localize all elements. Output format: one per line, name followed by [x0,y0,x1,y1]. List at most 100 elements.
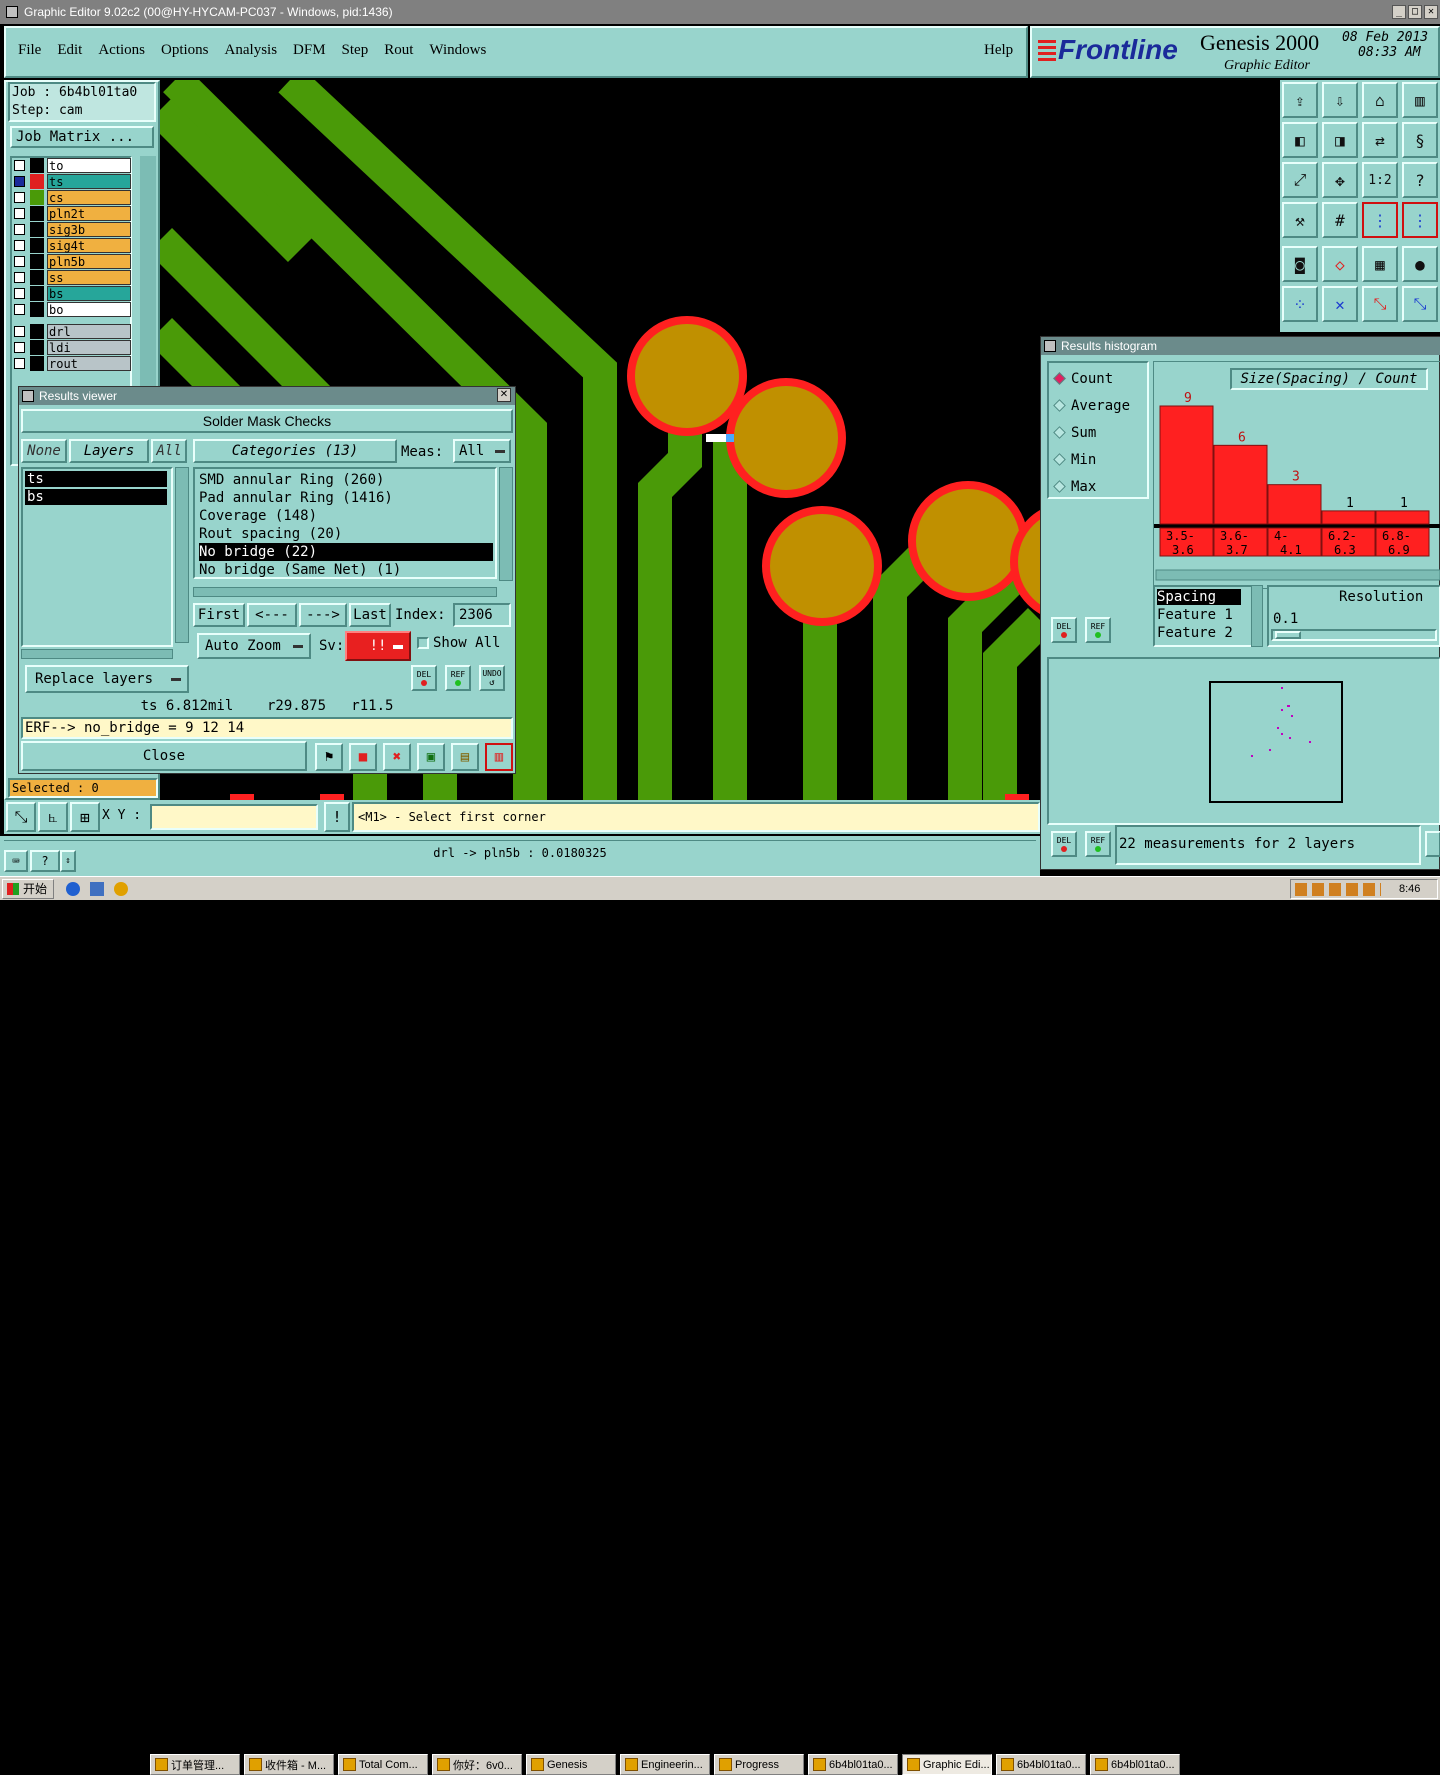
home-icon[interactable]: ⌂ [1362,82,1398,118]
xy-input[interactable] [150,804,318,830]
layer-row-sig4t[interactable]: sig4t [14,238,132,253]
meas-select[interactable]: All [453,439,511,463]
taskbar-button[interactable]: Progress [714,1754,804,1775]
mode-option[interactable]: Max [1053,477,1096,497]
histogram-bar[interactable] [1267,484,1322,525]
hist-del-button[interactable]: DEL [1051,617,1077,643]
layer-checkbox[interactable] [14,160,25,171]
swap-icon[interactable]: ⇄ [1362,122,1398,158]
first-button[interactable]: First [193,603,245,627]
categories-button[interactable]: Categories (13) [193,439,397,463]
category-item-selected[interactable]: No bridge (22) [199,543,493,561]
report-icon[interactable]: ▣ [417,743,445,771]
category-item[interactable]: Rout spacing (20) [199,525,342,543]
histogram-icon[interactable]: ▥ [485,743,513,771]
snap-icon[interactable]: ⤡ [6,802,36,832]
next-button[interactable]: ---> [299,603,347,627]
taskbar-button[interactable]: 6b4bl01ta0... [996,1754,1086,1775]
connect-alt-icon[interactable]: ⤡ [1402,286,1438,322]
preview-del-button[interactable]: DEL [1051,831,1077,857]
taskbar-button[interactable]: Genesis [526,1754,616,1775]
histogram-bar[interactable] [1159,405,1214,525]
layer-row-ldi[interactable]: ldi [14,340,132,355]
layer-name[interactable]: ss [47,270,131,285]
dfm-check-icon[interactable]: ⋮ [1362,202,1398,238]
help-small-icon[interactable]: ? [30,850,60,872]
menu-analysis[interactable]: Analysis [225,42,278,59]
auto-zoom-select[interactable]: Auto Zoom [197,633,311,659]
layer-checkbox[interactable] [14,272,25,283]
histogram-bar[interactable] [1321,510,1376,525]
taskbar-button[interactable]: 你好：6v0... [432,1754,522,1775]
category-list-scrollbar[interactable] [499,467,513,581]
maximize-button[interactable]: □ [1408,5,1422,19]
layer-name[interactable]: sig3b [47,222,131,237]
none-button[interactable]: None [21,439,67,463]
menu-dfm[interactable]: DFM [293,42,326,59]
layer-checkbox[interactable] [14,326,25,337]
layer-row-sig3b[interactable]: sig3b [14,222,132,237]
layer-row-ts[interactable]: ts [14,174,132,189]
taskbar-button[interactable]: 收件箱 - M... [244,1754,334,1775]
layer-name[interactable]: bs [47,286,131,301]
help-icon[interactable]: ? [1402,162,1438,198]
mode-option[interactable]: Sum [1053,423,1096,443]
menu-edit[interactable]: Edit [57,42,82,59]
ie-icon[interactable] [66,882,80,896]
layer-checkbox[interactable] [14,240,25,251]
results-viewer-close-icon[interactable]: ✕ [497,388,511,402]
histogram-bar[interactable] [1375,510,1430,525]
zoom-center-icon[interactable]: ✥ [1322,162,1358,198]
category-item[interactable]: Pad annular Ring (1416) [199,489,393,507]
cross-icon[interactable]: ✕ [1322,286,1358,322]
layer-results-hscroll[interactable] [21,649,173,659]
taskbar-button[interactable]: Graphic Edi... [902,1754,992,1775]
media-icon[interactable] [114,882,128,896]
histogram-hscroll[interactable] [1155,569,1440,581]
layer-result-item[interactable]: ts [25,471,167,487]
taskbar-button[interactable]: 6b4bl01ta0... [1090,1754,1180,1775]
layer-name[interactable]: ts [47,174,131,189]
layer-name[interactable]: bo [47,302,131,317]
last-button[interactable]: Last [349,603,391,627]
start-button[interactable]: 开始 [2,879,54,899]
taskbar-button[interactable]: 6b4bl01ta0... [808,1754,898,1775]
severity-select[interactable]: !! [345,631,411,661]
snake-icon[interactable]: § [1402,122,1438,158]
layer-checkbox[interactable] [14,192,25,203]
measure-tool-icon[interactable]: ⚒ [1282,202,1318,238]
desktop-icon[interactable] [90,882,104,896]
resolution-slider-thumb[interactable] [1275,631,1301,639]
category-list-hscroll[interactable] [193,587,497,597]
measure-type-scrollbar[interactable] [1251,585,1263,647]
minimize-button[interactable]: _ [1392,5,1406,19]
layer-checkbox[interactable] [14,176,25,187]
layer-row-ss[interactable]: ss [14,270,132,285]
layer-name[interactable]: to [47,158,131,173]
pad-icon[interactable]: ◙ [1282,246,1318,282]
layer-row-bo[interactable]: bo [14,302,132,317]
menu-step[interactable]: Step [342,42,369,59]
layer-results-scrollbar[interactable] [175,467,189,643]
layer-checkbox[interactable] [14,288,25,299]
category-item[interactable]: Coverage (148) [199,507,317,525]
summary-action-icon[interactable] [1425,831,1440,857]
taskbar-button[interactable]: 订单管理... [150,1754,240,1775]
layer-row-to[interactable]: to [14,158,132,173]
layer-checkbox[interactable] [14,208,25,219]
close-button[interactable]: Close [21,741,307,771]
menu-file[interactable]: File [18,42,41,59]
prev-button[interactable]: <--- [247,603,297,627]
angle-icon[interactable]: ⦜ [38,802,68,832]
undo-button[interactable]: UNDO ↺ [479,665,505,691]
layer-name[interactable]: cs [47,190,131,205]
measure-type-item[interactable]: Feature 1 [1157,607,1233,623]
layer-name[interactable]: sig4t [47,238,131,253]
show-all-checkbox[interactable] [417,637,429,649]
net-icon[interactable]: ⁘ [1282,286,1318,322]
mode-option[interactable]: Min [1053,450,1096,470]
menu-help[interactable]: Help [984,42,1013,59]
layer-row-pln2t[interactable]: pln2t [14,206,132,221]
all-layers-button[interactable]: All [151,439,187,463]
close-window-button[interactable]: ✕ [1424,5,1438,19]
